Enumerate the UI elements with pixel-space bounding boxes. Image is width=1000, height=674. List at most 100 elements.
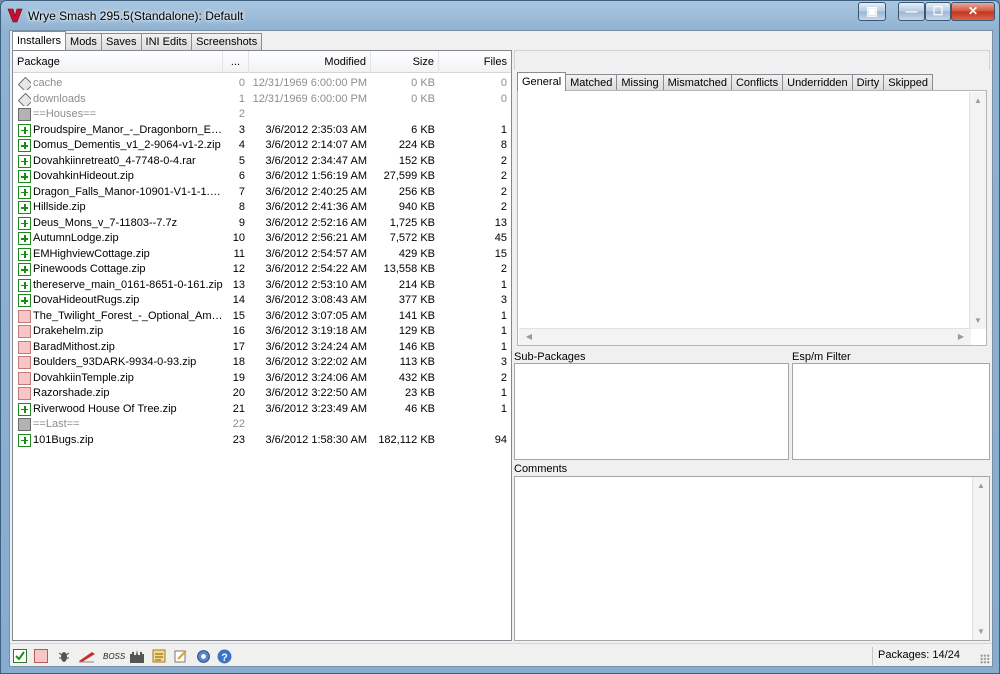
espm-filter-list[interactable] bbox=[792, 363, 990, 460]
table-row[interactable]: The_Twilight_Forest_-_Optional_Ambien...… bbox=[13, 309, 511, 325]
packages-count: Packages: 14/24 bbox=[878, 649, 960, 661]
tab-general[interactable]: General bbox=[517, 72, 567, 91]
installed-plus-icon[interactable] bbox=[18, 402, 31, 416]
scroll-down-icon[interactable]: ▼ bbox=[973, 627, 989, 636]
scroll-up-icon[interactable]: ▲ bbox=[973, 481, 989, 490]
table-row[interactable]: Boulders_93DARK-9934-0-93.zip 18 3/6/2012 … bbox=[13, 355, 511, 371]
tab-screenshots[interactable]: Screenshots bbox=[191, 33, 263, 50]
table-row[interactable]: Dovahkiinretreat0_4-7748-0-4.rar 5 3/6/201… bbox=[13, 154, 511, 170]
installed-plus-icon[interactable] bbox=[18, 185, 31, 199]
resize-grip[interactable] bbox=[980, 654, 990, 664]
details-pane: General Matched Missing Mismatched Confl… bbox=[514, 50, 991, 641]
boss-icon[interactable]: BOSS bbox=[103, 649, 125, 663]
not-installed-icon[interactable] bbox=[18, 340, 31, 354]
tab-mods[interactable]: Mods bbox=[65, 33, 102, 50]
project-diamond-icon[interactable] bbox=[18, 93, 31, 106]
marker-icon[interactable] bbox=[18, 108, 31, 121]
scroll-up-icon[interactable]: ▲ bbox=[970, 96, 986, 105]
tab-saves[interactable]: Saves bbox=[100, 33, 142, 50]
table-row[interactable]: Pinewoods Cottage.zip 12 3/6/2012 2:54:22 … bbox=[13, 262, 511, 278]
table-row[interactable]: DovahkinHideout.zip 6 3/6/2012 1:56:19 AM 2… bbox=[13, 169, 511, 185]
table-row[interactable]: EMHighviewCottage.zip 11 3/6/2012 2:54:57 … bbox=[13, 247, 511, 263]
checked-box-icon[interactable] bbox=[13, 649, 27, 663]
table-row[interactable]: Hillside.zip 8 3/6/2012 2:41:36 AM 940 KB 2 bbox=[13, 200, 511, 216]
notepad-icon[interactable] bbox=[174, 649, 188, 663]
tab-matched[interactable]: Matched bbox=[565, 74, 618, 91]
installers-list[interactable]: Package ... Modified Size Files cache 0 12… bbox=[12, 50, 512, 641]
header-files[interactable]: Files bbox=[439, 51, 511, 73]
tab-ini-edits[interactable]: INI Edits bbox=[140, 33, 193, 50]
package-order: 8 bbox=[238, 201, 245, 213]
tab-skipped[interactable]: Skipped bbox=[883, 74, 934, 91]
castle-icon[interactable] bbox=[129, 649, 145, 663]
minimize-button[interactable]: — bbox=[898, 2, 925, 21]
installed-plus-icon[interactable] bbox=[18, 247, 31, 261]
table-row[interactable]: Razorshade.zip 20 3/6/2012 3:22:50 AM 23 KB… bbox=[13, 386, 511, 402]
table-row[interactable]: DovaHideoutRugs.zip 14 3/6/2012 3:08:43 AM… bbox=[13, 293, 511, 309]
tab-installers[interactable]: Installers bbox=[12, 31, 67, 50]
installed-plus-icon[interactable] bbox=[18, 154, 31, 168]
tab-underridden[interactable]: Underridden bbox=[782, 74, 853, 91]
installed-plus-icon[interactable] bbox=[18, 216, 31, 230]
subpackages-list[interactable] bbox=[514, 363, 789, 460]
package-size: 214 KB bbox=[398, 278, 435, 291]
not-installed-icon[interactable] bbox=[18, 371, 31, 385]
table-row[interactable]: AutumnLodge.zip 10 3/6/2012 2:56:21 AM 7,57… bbox=[13, 231, 511, 247]
table-row[interactable]: Dragon_Falls_Manor-10901-V1-1-1.rar 7 3/6/… bbox=[13, 185, 511, 201]
table-row[interactable]: thereserve_main_0161-8651-0-161.zip 13 3/6… bbox=[13, 278, 511, 294]
table-row[interactable]: Drakehelm.zip 16 3/6/2012 3:19:18 AM 129 KB… bbox=[13, 324, 511, 340]
window-extra-icon[interactable]: ▣ bbox=[858, 2, 886, 21]
tab-missing[interactable]: Missing bbox=[616, 74, 664, 91]
doc-icon[interactable] bbox=[152, 649, 166, 663]
table-row[interactable]: Proudspire_Manor_-_Dragonborn_Editio... 3… bbox=[13, 123, 511, 139]
table-row[interactable]: Riverwood House Of Tree.zip 21 3/6/2012 3:… bbox=[13, 402, 511, 418]
scroll-down-icon[interactable]: ▼ bbox=[970, 316, 986, 325]
header-order[interactable]: ... bbox=[223, 51, 249, 73]
installed-plus-icon[interactable] bbox=[18, 139, 31, 152]
table-row[interactable]: downloads 1 12/31/1969 6:00:00 PM 0 KB 0 bbox=[13, 92, 511, 108]
table-row[interactable]: BaradMithost.zip 17 3/6/2012 3:24:24 AM 146… bbox=[13, 340, 511, 356]
table-row[interactable]: cache 0 12/31/1969 6:00:00 PM 0 KB 0 bbox=[13, 76, 511, 92]
general-text[interactable] bbox=[519, 92, 971, 329]
comments-vscrollbar[interactable]: ▲ ▼ bbox=[972, 477, 989, 640]
installed-plus-icon[interactable] bbox=[18, 294, 31, 307]
not-installed-icon[interactable] bbox=[18, 356, 31, 369]
not-installed-icon[interactable] bbox=[18, 309, 31, 323]
not-installed-icon[interactable] bbox=[18, 325, 31, 338]
not-installed-icon[interactable] bbox=[18, 387, 31, 400]
maximize-button[interactable]: ☐ bbox=[925, 2, 951, 21]
general-hscrollbar[interactable]: ◀ ▶ bbox=[519, 328, 971, 345]
tab-dirty[interactable]: Dirty bbox=[851, 74, 885, 91]
general-vscrollbar[interactable]: ▲ ▼ bbox=[969, 92, 986, 329]
title-bar[interactable]: Wrye Smash 295.5(Standalone): Default ▣ … bbox=[1, 1, 1000, 29]
gear-icon[interactable] bbox=[196, 649, 211, 664]
table-row[interactable]: ==Houses== 2 bbox=[13, 107, 511, 123]
installed-plus-icon[interactable] bbox=[18, 278, 31, 292]
table-row[interactable]: DovahkiinTemple.zip 19 3/6/2012 3:24:06 AM… bbox=[13, 371, 511, 387]
installed-plus-icon[interactable] bbox=[18, 433, 31, 447]
installed-plus-icon[interactable] bbox=[18, 201, 31, 214]
header-modified[interactable]: Modified bbox=[249, 51, 371, 73]
table-row[interactable]: ==Last== 22 bbox=[13, 417, 511, 433]
header-package[interactable]: Package bbox=[13, 51, 223, 73]
scroll-left-icon[interactable]: ◀ bbox=[521, 332, 537, 341]
table-row[interactable]: Domus_Dementis_v1_2-9064-v1-2.zip 4 3/6/20… bbox=[13, 138, 511, 154]
installed-plus-icon[interactable] bbox=[18, 263, 31, 276]
project-diamond-icon[interactable] bbox=[18, 77, 31, 90]
close-button[interactable]: ✕ bbox=[951, 2, 995, 21]
crayon-icon[interactable] bbox=[78, 649, 96, 663]
marker-icon[interactable] bbox=[18, 418, 31, 431]
installed-plus-icon[interactable] bbox=[18, 123, 31, 137]
help-icon[interactable]: ? bbox=[217, 649, 232, 664]
header-size[interactable]: Size bbox=[371, 51, 439, 73]
bug-icon[interactable] bbox=[57, 649, 71, 663]
comments-textarea[interactable]: ▲ ▼ bbox=[514, 476, 990, 641]
tab-conflicts[interactable]: Conflicts bbox=[730, 74, 784, 91]
unchecked-box-icon[interactable] bbox=[34, 649, 48, 663]
installed-plus-icon[interactable] bbox=[18, 170, 31, 183]
table-row[interactable]: Deus_Mons_v_7-11803--7.7z 9 3/6/2012 2:52:… bbox=[13, 216, 511, 232]
tab-mismatched[interactable]: Mismatched bbox=[662, 74, 732, 91]
installed-plus-icon[interactable] bbox=[18, 232, 31, 245]
scroll-right-icon[interactable]: ▶ bbox=[953, 332, 969, 341]
table-row[interactable]: 101Bugs.zip 23 3/6/2012 1:58:30 AM 182,112 … bbox=[13, 433, 511, 449]
